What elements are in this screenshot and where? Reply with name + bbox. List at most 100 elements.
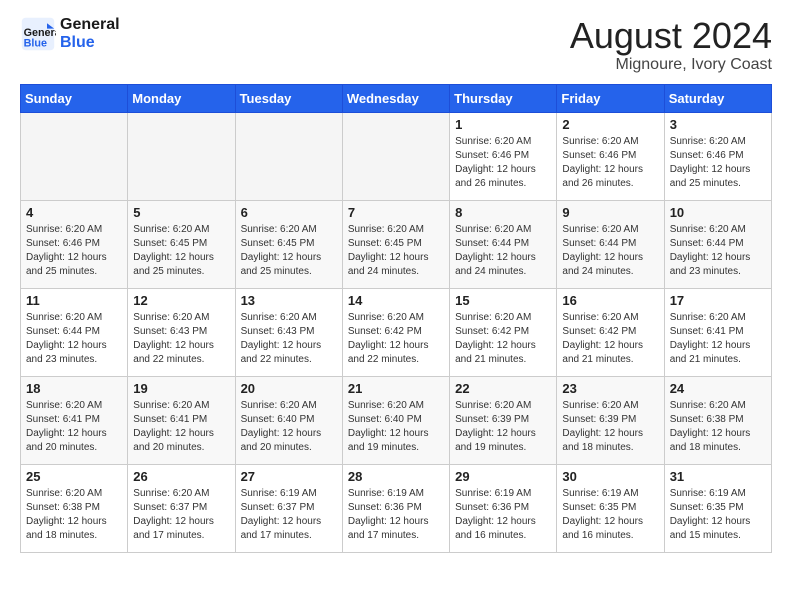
- calendar-header-thursday: Thursday: [450, 84, 557, 112]
- calendar-day-cell: 9 Sunrise: 6:20 AM Sunset: 6:44 PM Daylig…: [557, 200, 664, 288]
- calendar-day-cell: 26Sunrise: 6:20 AM Sunset: 6:37 PM Dayli…: [128, 464, 235, 552]
- calendar-week-row: 18 Sunrise: 6:20 AM Sunset: 6:41 PM Dayli…: [21, 376, 772, 464]
- location: Mignoure, Ivory Coast: [570, 56, 772, 74]
- calendar-day-cell: 19 Sunrise: 6:20 AM Sunset: 6:41 PM Dayli…: [128, 376, 235, 464]
- day-number: 25: [26, 469, 122, 484]
- day-info: Sunrise: 6:20 AM Sunset: 6:44 PM Dayligh…: [670, 223, 766, 279]
- day-number: 13: [241, 293, 337, 308]
- day-number: 11: [26, 293, 122, 308]
- title-block: August 2024 Mignoure, Ivory Coast: [570, 16, 772, 74]
- day-info: Sunrise: 6:20 AM Sunset: 6:40 PM Dayligh…: [348, 399, 444, 455]
- calendar-day-cell: 12Sunrise: 6:20 AM Sunset: 6:43 PM Dayli…: [128, 288, 235, 376]
- calendar-week-row: 1 Sunrise: 6:20 AM Sunset: 6:46 PM Daylig…: [21, 112, 772, 200]
- calendar-day-cell: 22 Sunrise: 6:20 AM Sunset: 6:39 PM Dayli…: [450, 376, 557, 464]
- calendar-week-row: 25 Sunrise: 6:20 AM Sunset: 6:38 PM Dayli…: [21, 464, 772, 552]
- calendar-day-cell: 5 Sunrise: 6:20 AM Sunset: 6:45 PM Daylig…: [128, 200, 235, 288]
- day-number: 21: [348, 381, 444, 396]
- day-number: 4: [26, 205, 122, 220]
- calendar-header-tuesday: Tuesday: [235, 84, 342, 112]
- day-number: 5: [133, 205, 229, 220]
- day-number: 15: [455, 293, 551, 308]
- month-year: August 2024: [570, 16, 772, 56]
- page: General Blue General Blue August 2024 Mi…: [0, 0, 792, 569]
- day-info: Sunrise: 6:19 AM Sunset: 6:35 PM Dayligh…: [562, 487, 658, 543]
- day-info: Sunrise: 6:20 AM Sunset: 6:39 PM Dayligh…: [455, 399, 551, 455]
- calendar-day-cell: 20 Sunrise: 6:20 AM Sunset: 6:40 PM Dayli…: [235, 376, 342, 464]
- day-info: Sunrise: 6:20 AM Sunset: 6:45 PM Dayligh…: [348, 223, 444, 279]
- day-number: 20: [241, 381, 337, 396]
- day-info: Sunrise: 6:19 AM Sunset: 6:35 PM Dayligh…: [670, 487, 766, 543]
- day-info: Sunrise: 6:20 AM Sunset: 6:40 PM Dayligh…: [241, 399, 337, 455]
- day-info: Sunrise: 6:19 AM Sunset: 6:37 PM Dayligh…: [241, 487, 337, 543]
- day-number: 3: [670, 117, 766, 132]
- calendar-day-cell: 27 Sunrise: 6:19 AM Sunset: 6:37 PM Dayli…: [235, 464, 342, 552]
- logo: General Blue General Blue: [20, 16, 120, 52]
- calendar-day-cell: 18 Sunrise: 6:20 AM Sunset: 6:41 PM Dayli…: [21, 376, 128, 464]
- day-number: 22: [455, 381, 551, 396]
- day-info: Sunrise: 6:20 AM Sunset: 6:46 PM Dayligh…: [562, 135, 658, 191]
- day-number: 14: [348, 293, 444, 308]
- day-info: Sunrise: 6:19 AM Sunset: 6:36 PM Dayligh…: [455, 487, 551, 543]
- day-number: 9: [562, 205, 658, 220]
- calendar-day-cell: 16 Sunrise: 6:20 AM Sunset: 6:42 PM Dayli…: [557, 288, 664, 376]
- day-number: 1: [455, 117, 551, 132]
- calendar-day-cell: 14Sunrise: 6:20 AM Sunset: 6:42 PM Dayli…: [342, 288, 449, 376]
- day-number: 2: [562, 117, 658, 132]
- day-number: 26: [133, 469, 229, 484]
- calendar-day-cell: 21 Sunrise: 6:20 AM Sunset: 6:40 PM Dayli…: [342, 376, 449, 464]
- calendar-day-cell: 10 Sunrise: 6:20 AM Sunset: 6:44 PM Dayli…: [664, 200, 771, 288]
- day-number: 6: [241, 205, 337, 220]
- day-info: Sunrise: 6:20 AM Sunset: 6:43 PM Dayligh…: [241, 311, 337, 367]
- calendar-day-cell: 11Sunrise: 6:20 AM Sunset: 6:44 PM Dayli…: [21, 288, 128, 376]
- logo-icon: General Blue: [20, 16, 56, 52]
- calendar-day-cell: [342, 112, 449, 200]
- day-number: 27: [241, 469, 337, 484]
- logo-text-line1: General: [60, 16, 120, 34]
- day-info: Sunrise: 6:20 AM Sunset: 6:41 PM Dayligh…: [26, 399, 122, 455]
- calendar-header-row: SundayMondayTuesdayWednesdayThursdayFrid…: [21, 84, 772, 112]
- calendar-day-cell: 28 Sunrise: 6:19 AM Sunset: 6:36 PM Dayli…: [342, 464, 449, 552]
- calendar-day-cell: 4 Sunrise: 6:20 AM Sunset: 6:46 PM Daylig…: [21, 200, 128, 288]
- day-info: Sunrise: 6:20 AM Sunset: 6:38 PM Dayligh…: [26, 487, 122, 543]
- day-info: Sunrise: 6:20 AM Sunset: 6:45 PM Dayligh…: [241, 223, 337, 279]
- day-number: 7: [348, 205, 444, 220]
- calendar-header-monday: Monday: [128, 84, 235, 112]
- day-info: Sunrise: 6:20 AM Sunset: 6:44 PM Dayligh…: [562, 223, 658, 279]
- day-info: Sunrise: 6:20 AM Sunset: 6:41 PM Dayligh…: [133, 399, 229, 455]
- day-info: Sunrise: 6:20 AM Sunset: 6:45 PM Dayligh…: [133, 223, 229, 279]
- calendar-day-cell: 30Sunrise: 6:19 AM Sunset: 6:35 PM Dayli…: [557, 464, 664, 552]
- day-info: Sunrise: 6:20 AM Sunset: 6:46 PM Dayligh…: [26, 223, 122, 279]
- day-info: Sunrise: 6:20 AM Sunset: 6:41 PM Dayligh…: [670, 311, 766, 367]
- calendar-week-row: 4 Sunrise: 6:20 AM Sunset: 6:46 PM Daylig…: [21, 200, 772, 288]
- day-number: 19: [133, 381, 229, 396]
- day-info: Sunrise: 6:20 AM Sunset: 6:43 PM Dayligh…: [133, 311, 229, 367]
- calendar-day-cell: 17 Sunrise: 6:20 AM Sunset: 6:41 PM Dayli…: [664, 288, 771, 376]
- day-info: Sunrise: 6:20 AM Sunset: 6:38 PM Dayligh…: [670, 399, 766, 455]
- calendar-day-cell: 25 Sunrise: 6:20 AM Sunset: 6:38 PM Dayli…: [21, 464, 128, 552]
- calendar-week-row: 11Sunrise: 6:20 AM Sunset: 6:44 PM Dayli…: [21, 288, 772, 376]
- svg-text:Blue: Blue: [24, 38, 47, 50]
- calendar-header-saturday: Saturday: [664, 84, 771, 112]
- calendar-day-cell: 1Sunrise: 6:20 AM Sunset: 6:46 PM Daylig…: [450, 112, 557, 200]
- calendar-day-cell: 2 Sunrise: 6:20 AM Sunset: 6:46 PM Daylig…: [557, 112, 664, 200]
- day-info: Sunrise: 6:20 AM Sunset: 6:42 PM Dayligh…: [562, 311, 658, 367]
- day-info: Sunrise: 6:19 AM Sunset: 6:36 PM Dayligh…: [348, 487, 444, 543]
- day-number: 24: [670, 381, 766, 396]
- calendar-day-cell: 13 Sunrise: 6:20 AM Sunset: 6:43 PM Dayli…: [235, 288, 342, 376]
- day-info: Sunrise: 6:20 AM Sunset: 6:39 PM Dayligh…: [562, 399, 658, 455]
- calendar-day-cell: [21, 112, 128, 200]
- day-info: Sunrise: 6:20 AM Sunset: 6:42 PM Dayligh…: [455, 311, 551, 367]
- logo-text-line2: Blue: [60, 34, 120, 52]
- day-number: 10: [670, 205, 766, 220]
- calendar-day-cell: 8Sunrise: 6:20 AM Sunset: 6:44 PM Daylig…: [450, 200, 557, 288]
- calendar-day-cell: 7 Sunrise: 6:20 AM Sunset: 6:45 PM Daylig…: [342, 200, 449, 288]
- day-number: 8: [455, 205, 551, 220]
- calendar-day-cell: 23 Sunrise: 6:20 AM Sunset: 6:39 PM Dayli…: [557, 376, 664, 464]
- calendar-day-cell: [235, 112, 342, 200]
- day-number: 17: [670, 293, 766, 308]
- day-number: 28: [348, 469, 444, 484]
- day-info: Sunrise: 6:20 AM Sunset: 6:46 PM Dayligh…: [670, 135, 766, 191]
- day-number: 23: [562, 381, 658, 396]
- day-number: 18: [26, 381, 122, 396]
- day-number: 16: [562, 293, 658, 308]
